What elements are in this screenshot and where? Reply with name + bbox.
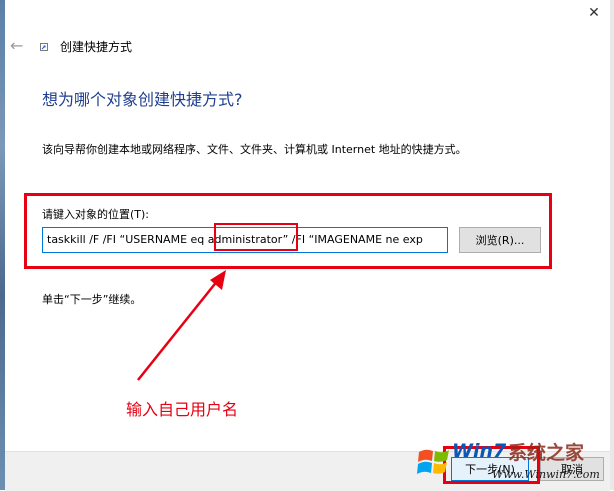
back-arrow-icon[interactable]: ← (10, 36, 23, 55)
annotation-text: 输入自己用户名 (126, 400, 239, 419)
location-input[interactable]: taskkill /F /FI “USERNAME eq administrat… (42, 227, 448, 253)
wizard-description: 该向导帮你创建本地或网络程序、文件、文件夹、计算机或 Internet 地址的快… (42, 143, 467, 156)
close-button[interactable]: ✕ (582, 2, 606, 24)
wizard-title: 创建快捷方式 (60, 40, 133, 54)
instruction-text: 单击“下一步”继续。 (42, 293, 142, 306)
next-button[interactable]: 下一步(N) (451, 457, 529, 481)
cancel-button[interactable]: 取消 (540, 457, 604, 481)
desktop-edge-right (610, 0, 614, 490)
desktop-edge-left (0, 0, 5, 490)
page-heading: 想为哪个对象创建快捷方式? (42, 90, 243, 109)
browse-button[interactable]: 浏览(R)... (459, 227, 541, 253)
title-bar: ✕ (5, 0, 610, 30)
shortcut-icon (40, 43, 48, 51)
shortcut-wizard-window: ✕ ← 创建快捷方式 想为哪个对象创建快捷方式? 该向导帮你创建本地或网络程序、… (0, 0, 614, 491)
location-label: 请键入对象的位置(T): (42, 208, 150, 221)
